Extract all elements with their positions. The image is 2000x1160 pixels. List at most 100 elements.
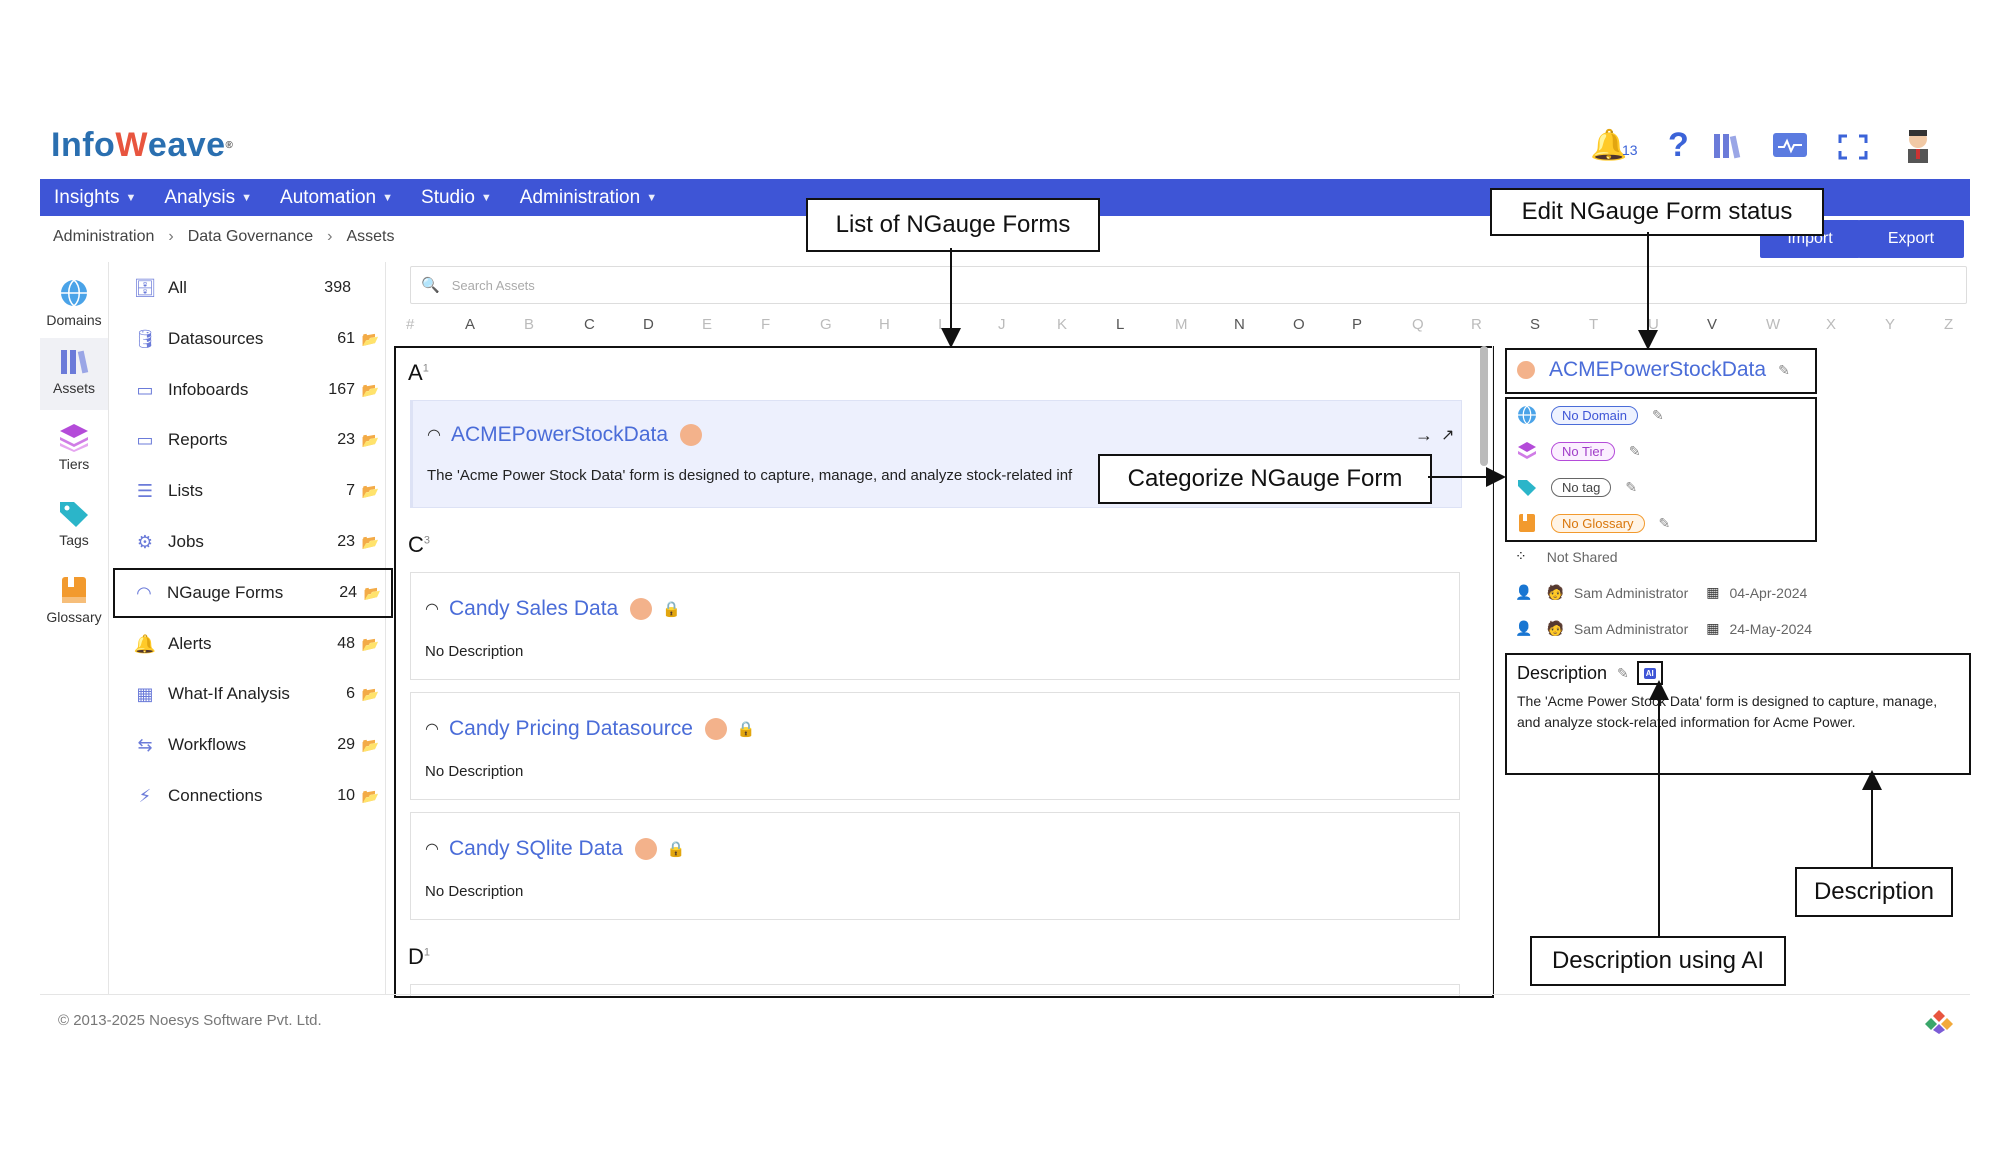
form-description: No Description xyxy=(425,883,524,900)
lock-icon: 🔒 xyxy=(736,721,756,738)
asset-type-lists[interactable]: ☰ Lists 7 📂 xyxy=(119,471,389,511)
rail-tags[interactable]: Tags xyxy=(40,498,108,562)
fullscreen-icon[interactable] xyxy=(1838,134,1868,160)
connection-icon: ⚡ xyxy=(138,785,152,806)
form-title[interactable]: ACMEPowerStockData xyxy=(451,423,668,447)
bell-icon: 🔔 xyxy=(133,633,157,654)
pencil-icon[interactable]: ✎ xyxy=(1778,362,1790,379)
form-card[interactable]: ◠ Candy SQlite Data 🔒 No Description xyxy=(410,812,1460,920)
asset-type-what-if-analysis[interactable]: ▦ What-If Analysis 6 📂 xyxy=(119,674,389,714)
arrow-right-icon[interactable]: → xyxy=(1415,425,1433,446)
nav-administration[interactable]: Administration ▼ xyxy=(520,187,657,209)
asset-type-alerts[interactable]: 🔔 Alerts 48 📂 xyxy=(119,624,389,664)
glossary-pill[interactable]: No Glossary xyxy=(1551,513,1645,533)
asset-type-all[interactable]: 🗄 All 398 xyxy=(119,268,389,308)
callout-description: Description xyxy=(1795,867,1953,917)
asset-type-reports[interactable]: ▭ Reports 23 📂 xyxy=(119,420,389,460)
status-badge xyxy=(704,718,727,740)
globe-icon xyxy=(1518,405,1536,425)
alpha-l[interactable]: L xyxy=(1116,316,1124,333)
tier-pill[interactable]: No Tier xyxy=(1551,441,1615,461)
form-title[interactable]: Candy Pricing Datasource xyxy=(449,717,693,741)
form-card[interactable]: ◠ Candy Pricing Datasource 🔒 No Descript… xyxy=(410,692,1460,800)
folder-icon: 📂 xyxy=(361,533,379,550)
group-letter-a: A1 xyxy=(408,360,429,385)
chevron-down-icon: ▼ xyxy=(646,191,658,204)
breadcrumb-data-governance[interactable]: Data Governance xyxy=(188,228,313,246)
app-logo: Info Weave ® xyxy=(51,126,234,164)
callout-description-ai: Description using AI xyxy=(1530,936,1786,986)
asset-type-ngauge-forms[interactable]: ◠ NGauge Forms 24 📂 xyxy=(113,568,393,618)
rail-tiers[interactable]: Tiers xyxy=(40,422,108,486)
share-icon: ⁘ xyxy=(1515,548,1527,564)
alphabet-filter: # A B C D E F G H I J K L M N O P Q R S … xyxy=(406,316,1968,340)
callout-list: List of NGauge Forms xyxy=(806,198,1100,252)
asset-type-connections[interactable]: ⚡ Connections 10 📂 xyxy=(119,776,389,816)
search-input[interactable]: 🔍 Search Assets xyxy=(410,266,1967,304)
alpha-w: W xyxy=(1766,316,1781,333)
alpha-m: M xyxy=(1175,316,1188,333)
alpha-f: F xyxy=(761,316,771,333)
ngauge-form-list: A1 ◠ ACMEPowerStockData → ↗ The 'Acme Po… xyxy=(394,346,1494,998)
external-link-icon[interactable]: ↗ xyxy=(1441,425,1454,445)
ai-description-button[interactable]: AI xyxy=(1636,661,1663,685)
asset-type-datasources[interactable]: 🛢 Datasources 61 📂 xyxy=(119,319,389,359)
asset-type-list: 🗄 All 398 🛢 Datasources 61 📂 ▭ Infoboards 167 📂 … xyxy=(109,262,393,995)
alpha-s[interactable]: S xyxy=(1530,316,1540,333)
pencil-icon[interactable]: ✎ xyxy=(1617,665,1629,682)
rail-assets[interactable]: Assets xyxy=(40,338,108,410)
folder-icon: 📂 xyxy=(361,330,379,347)
alpha-v[interactable]: V xyxy=(1707,316,1717,333)
alpha-o[interactable]: O xyxy=(1293,316,1305,333)
user-avatar-icon[interactable] xyxy=(1903,127,1933,163)
form-title[interactable]: Candy Sales Data xyxy=(449,597,618,621)
folder-icon: 📂 xyxy=(361,685,379,702)
list-scrollbar[interactable] xyxy=(1480,346,1488,466)
nav-automation[interactable]: Automation ▼ xyxy=(280,187,393,209)
search-placeholder: Search Assets xyxy=(451,277,535,293)
alpha-d[interactable]: D xyxy=(643,316,654,333)
breadcrumb-administration[interactable]: Administration xyxy=(53,228,154,246)
rail-glossary[interactable]: Glossary xyxy=(40,575,108,639)
alpha-p[interactable]: P xyxy=(1352,316,1362,333)
folder-icon: 📂 xyxy=(361,635,379,652)
alpha-a[interactable]: A xyxy=(465,316,475,333)
asset-type-jobs[interactable]: ⚙ Jobs 23 📂 xyxy=(119,522,389,562)
pencil-icon[interactable]: ✎ xyxy=(1629,443,1641,460)
rail-domains[interactable]: Domains xyxy=(40,274,108,342)
alpha-n[interactable]: N xyxy=(1234,316,1245,333)
help-icon[interactable]: ? xyxy=(1668,126,1689,165)
monitor-icon[interactable] xyxy=(1772,132,1808,160)
form-title[interactable]: Candy SQlite Data xyxy=(449,837,623,861)
modified-info: 👤 🧑 Sam Administrator ▦ 24-May-2024 xyxy=(1515,620,1812,637)
pencil-icon[interactable]: ✎ xyxy=(1652,407,1664,424)
calendar-icon: ▦ xyxy=(1706,584,1720,600)
tag-icon xyxy=(1518,480,1536,496)
status-badge[interactable] xyxy=(1517,361,1535,379)
book-icon xyxy=(1519,514,1535,532)
asset-type-infoboards[interactable]: ▭ Infoboards 167 📂 xyxy=(119,370,389,410)
alpha-g: G xyxy=(820,316,832,333)
pencil-icon[interactable]: ✎ xyxy=(1659,515,1671,532)
tag-pill[interactable]: No tag xyxy=(1551,477,1612,497)
nav-analysis[interactable]: Analysis ▼ xyxy=(164,187,252,209)
alpha-t: T xyxy=(1589,316,1599,333)
nav-studio[interactable]: Studio ▼ xyxy=(421,187,492,209)
alpha-b: B xyxy=(524,316,535,333)
grid-icon: ▦ xyxy=(136,683,154,704)
form-card[interactable] xyxy=(410,984,1460,996)
callout-categorize: Categorize NGauge Form xyxy=(1098,454,1432,504)
footer-copyright: © 2013-2025 Noesys Software Pvt. Ltd. xyxy=(58,1012,322,1029)
form-card[interactable]: ◠ Candy Sales Data 🔒 No Description xyxy=(410,572,1460,680)
export-button[interactable]: Export xyxy=(1858,220,1964,258)
alpha-c[interactable]: C xyxy=(584,316,595,333)
alpha-hash[interactable]: # xyxy=(406,316,414,333)
nav-insights[interactable]: Insights ▼ xyxy=(54,187,136,209)
asset-type-workflows[interactable]: ⇆ Workflows 29 📂 xyxy=(119,725,389,765)
pencil-icon[interactable]: ✎ xyxy=(1625,479,1637,496)
library-icon[interactable] xyxy=(1712,130,1744,162)
status-badge xyxy=(634,838,657,860)
left-rail: Domains Assets Tiers Tags Glossary xyxy=(40,262,109,995)
domain-pill[interactable]: No Domain xyxy=(1551,405,1639,425)
folder-icon: 📂 xyxy=(361,482,379,499)
